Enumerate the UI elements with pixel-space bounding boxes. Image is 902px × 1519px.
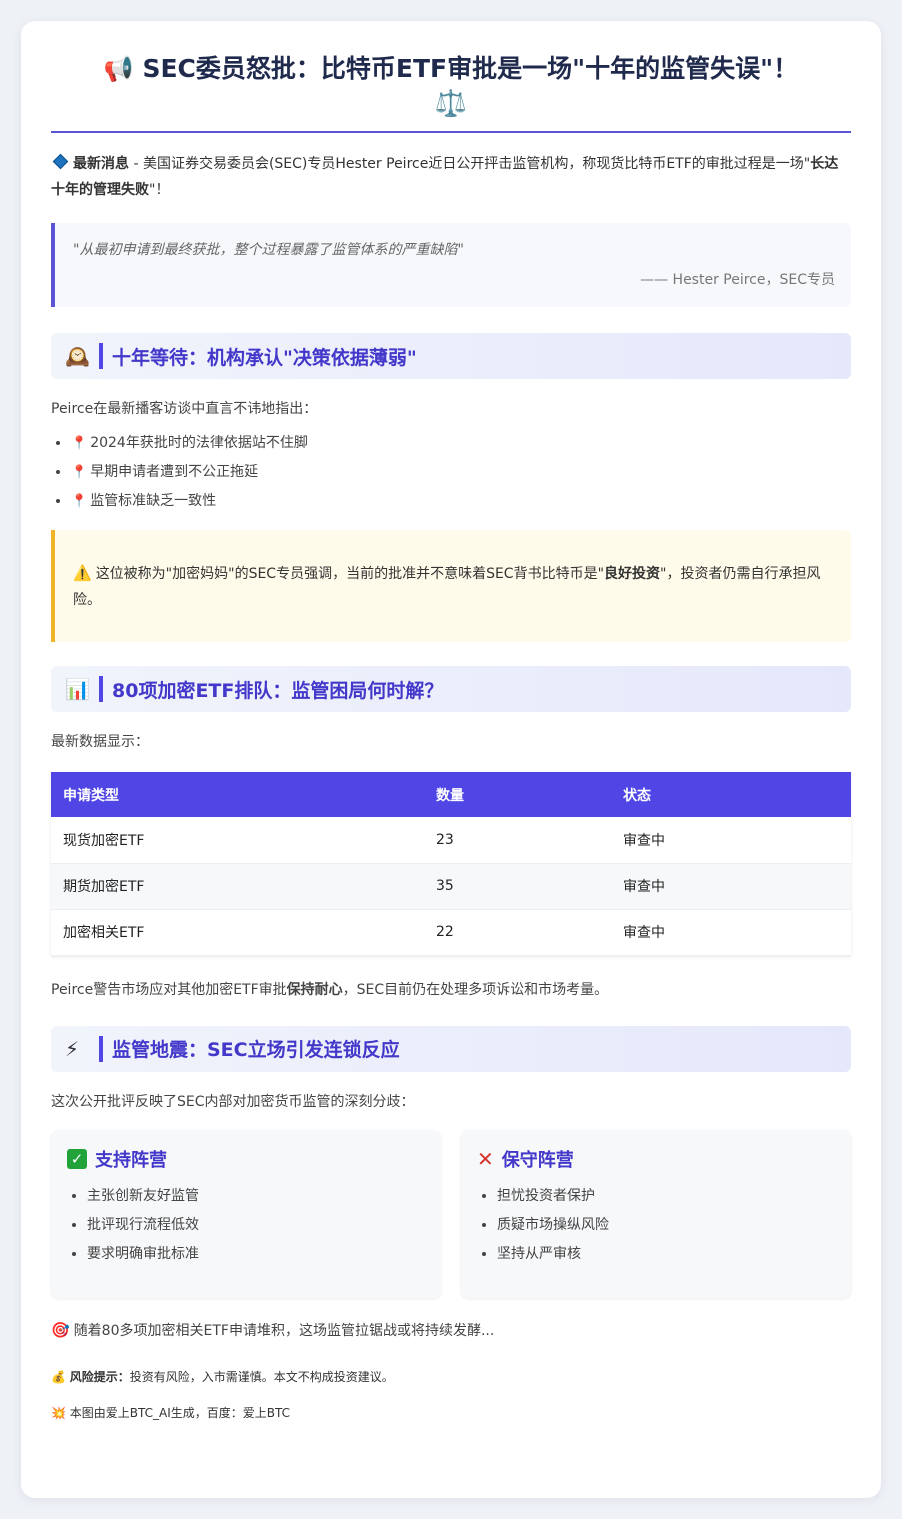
column-header: 数量: [424, 772, 611, 817]
table-row: 现货加密ETF 23 审查中: [51, 817, 851, 864]
column-header: 状态: [611, 772, 851, 817]
pin-icon: 📍: [71, 465, 88, 480]
risk-notice: 💰 风险提示：投资有风险，入市需谨慎。本文不构成投资建议。: [51, 1367, 851, 1387]
column-header: 申请类型: [51, 772, 424, 817]
table-cell: 审查中: [611, 863, 851, 910]
list-item: 坚持从严审核: [497, 1240, 835, 1269]
list-item: 主张创新友好监管: [87, 1182, 425, 1211]
list-item: 📍早期申请者遭到不公正拖延: [71, 458, 851, 487]
camp-list: 主张创新友好监管 批评现行流程低效 要求明确审批标准: [67, 1182, 425, 1269]
section2-intro: 最新数据显示：: [51, 734, 149, 750]
target-icon: 🎯: [51, 1320, 70, 1339]
diamond-icon: [52, 153, 69, 170]
table-header-row: 申请类型 数量 状态: [51, 772, 851, 817]
list-item: 批评现行流程低效: [87, 1211, 425, 1240]
lightning-icon: ⚡: [65, 1036, 80, 1061]
camp-title: ✓ 支持阵营: [67, 1146, 425, 1172]
etf-table: 申请类型 数量 状态 现货加密ETF 23 审查中 期货加密ETF 35 审查中…: [51, 772, 851, 956]
table-row: 加密相关ETF 22 审查中: [51, 909, 851, 956]
camp-list: 担忧投资者保护 质疑市场操纵风险 坚持从严审核: [477, 1182, 835, 1269]
lead-label: 最新消息: [73, 156, 129, 172]
table-cell: 现货加密ETF: [51, 817, 424, 864]
support-camp-card: ✓ 支持阵营 主张创新友好监管 批评现行流程低效 要求明确审批标准: [51, 1129, 441, 1298]
section-heading-2: 📊 80项加密ETF排队：监管困局何时解？: [51, 666, 851, 712]
camps-grid: ✓ 支持阵营 主张创新友好监管 批评现行流程低效 要求明确审批标准 ✕ 保守阵营…: [51, 1129, 851, 1298]
lead-paragraph: 最新消息 - 美国证券交易委员会(SEC)专员Hester Peirce近日公开…: [51, 151, 851, 203]
money-bag-icon: 💰: [51, 1369, 66, 1384]
section3-intro: 这次公开批评反映了SEC内部对加密货币监管的深刻分歧：: [51, 1093, 415, 1110]
table-cell: 35: [424, 863, 611, 910]
cross-mark-icon: ✕: [477, 1146, 494, 1171]
mantel-clock-icon: 🕰️: [65, 344, 90, 368]
risk-text: 投资有风险，入市需谨慎。本文不构成投资建议。: [129, 1369, 394, 1384]
list-item: 质疑市场操纵风险: [497, 1211, 835, 1240]
camp-title: ✕ 保守阵营: [477, 1146, 574, 1171]
section1-intro: Peirce在最新播客访谈中直言不讳地指出：: [51, 401, 318, 417]
risk-label: 风险提示：: [69, 1369, 130, 1384]
page-title-text: SEC委员怒批：比特币ETF审批是一场"十年的监管失误"！: [142, 54, 799, 83]
closing-line: 🎯 随着80多项加密相关ETF申请堆积，这场监管拉锯战或将持续发酵...: [51, 1320, 495, 1339]
balance-scale-icon: ⚖️: [434, 89, 468, 119]
table-cell: 23: [424, 817, 611, 864]
table-cell: 期货加密ETF: [51, 863, 424, 910]
section1-points: 📍2024年获批时的法律依据站不住脚 📍早期申请者遭到不公正拖延 📍监管标准缺乏…: [51, 429, 851, 516]
credit-line: 💥 本图由爱上BTC_AI生成，百度：爱上BTC: [51, 1405, 291, 1420]
quote-block: "从最初申请到最终获批，整个过程暴露了监管体系的严重缺陷" —— Hester …: [51, 223, 851, 307]
warning-icon: ⚠️: [73, 564, 92, 582]
outro-bold: 保持耐心: [286, 981, 343, 998]
lead-text: - 美国证券交易委员会(SEC)专员Hester Peirce近日公开抨击监管机…: [129, 156, 811, 172]
section-heading-3: ⚡ 监管地震：SEC立场引发连锁反应: [51, 1025, 851, 1072]
heading-accent-bar: [99, 343, 103, 369]
heading-accent-bar: [99, 676, 103, 702]
section-heading-1: 🕰️ 十年等待：机构承认"决策依据薄弱": [51, 333, 851, 379]
conservative-camp-card: ✕ 保守阵营 担忧投资者保护 质疑市场操纵风险 坚持从严审核: [461, 1129, 851, 1298]
heading-accent-bar: [99, 1035, 103, 1062]
check-mark-icon: ✓: [67, 1148, 87, 1169]
page-title: 📢 SEC委员怒批：比特币ETF审批是一场"十年的监管失误"！ ⚖️: [51, 51, 851, 121]
section-title-1: 十年等待：机构承认"决策依据薄弱": [112, 346, 417, 369]
megaphone-icon: 📢: [103, 55, 134, 83]
warning-callout: ⚠️ 这位被称为"加密妈妈"的SEC专员强调，当前的批准并不意味着SEC背书比特币…: [51, 530, 851, 642]
list-item: 要求明确审批标准: [87, 1240, 425, 1269]
table-cell: 审查中: [611, 909, 851, 956]
pin-icon: 📍: [71, 436, 88, 451]
table-cell: 22: [424, 909, 611, 956]
bar-chart-icon: 📊: [65, 677, 90, 701]
warning-bold: 良好投资: [604, 566, 661, 582]
pin-icon: 📍: [71, 494, 88, 509]
section2-outro: Peirce警告市场应对其他加密ETF审批保持耐心，SEC目前仍在处理多项诉讼和…: [51, 981, 609, 998]
list-item: 📍2024年获批时的法律依据站不住脚: [71, 429, 851, 458]
table-row: 期货加密ETF 35 审查中: [51, 863, 851, 910]
article-card: 📢 SEC委员怒批：比特币ETF审批是一场"十年的监管失误"！ ⚖️ 最新消息 …: [21, 21, 881, 1498]
section-title-3: 监管地震：SEC立场引发连锁反应: [112, 1039, 400, 1061]
quote-author: —— Hester Peirce，SEC专员: [640, 272, 835, 288]
table-cell: 审查中: [611, 817, 851, 864]
lead-end: "！: [149, 182, 170, 198]
list-item: 担忧投资者保护: [497, 1182, 835, 1211]
section-title-2: 80项加密ETF排队：监管困局何时解？: [112, 679, 444, 702]
quote-text: "从最初申请到最终获批，整个过程暴露了监管体系的严重缺陷": [73, 242, 464, 258]
list-item: 📍监管标准缺乏一致性: [71, 487, 851, 516]
table-cell: 加密相关ETF: [51, 909, 424, 956]
title-block: 📢 SEC委员怒批：比特币ETF审批是一场"十年的监管失误"！ ⚖️: [51, 51, 851, 133]
sparkle-icon: 💥: [51, 1405, 66, 1420]
